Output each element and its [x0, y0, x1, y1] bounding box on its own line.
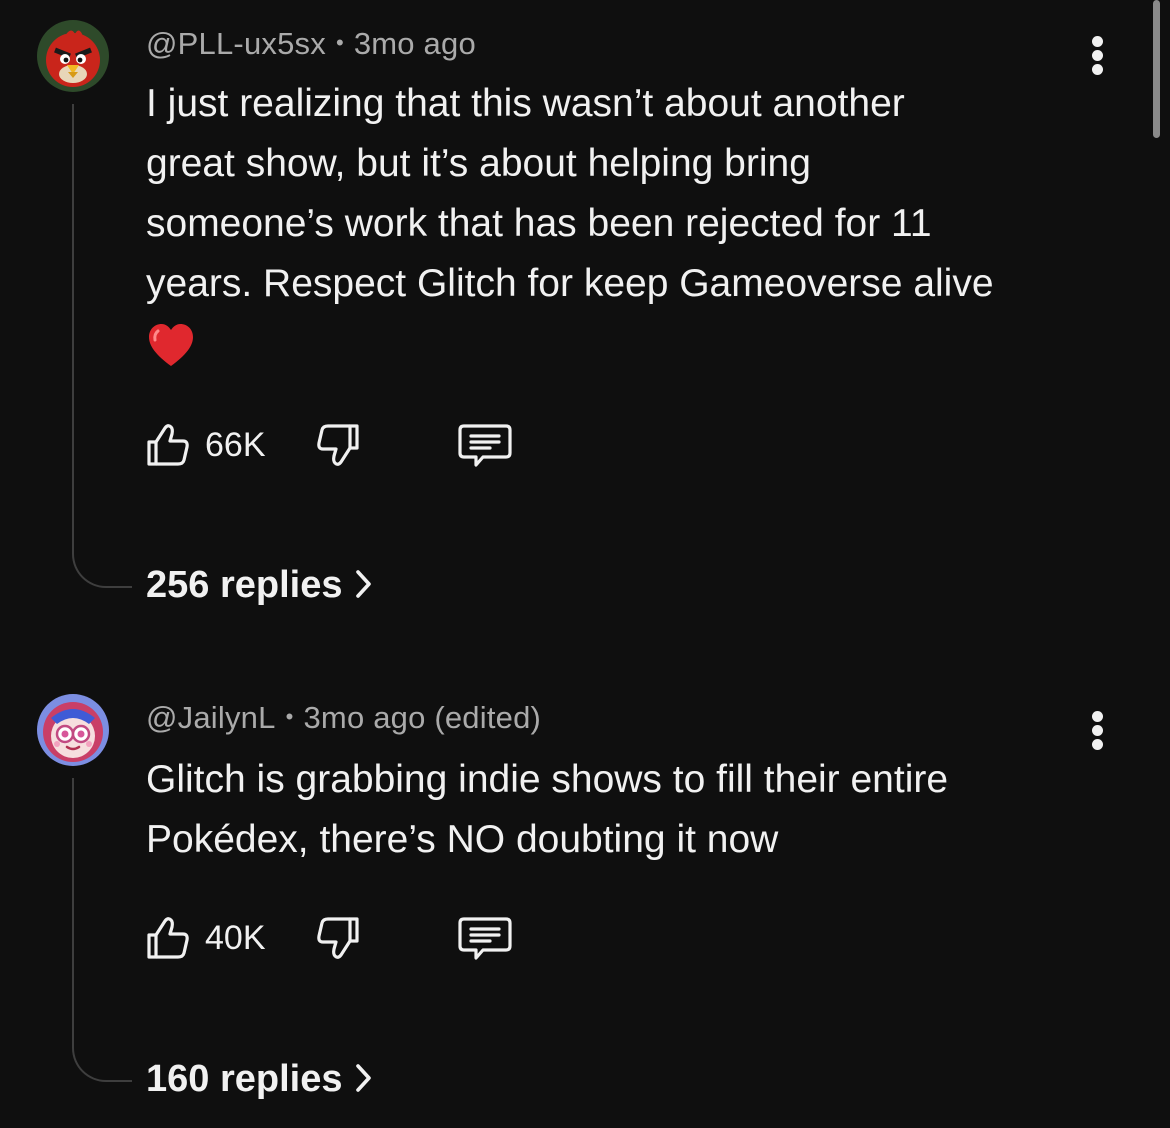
reply-button[interactable]	[456, 913, 514, 963]
comment-actions: 40K	[143, 913, 543, 963]
comment-line: Pokédex, there’s NO doubting it now	[146, 818, 779, 861]
meta-separator: •	[285, 703, 294, 729]
comment-timestamp: 3mo ago (edited)	[303, 700, 542, 735]
thumbs-down-icon	[317, 917, 359, 959]
comment-meta: @JailynL • 3mo ago (edited)	[146, 700, 541, 736]
comment-text: Glitch is grabbing indie shows to fill t…	[146, 750, 1106, 870]
jester-avatar-icon	[37, 694, 109, 766]
chevron-right-icon	[356, 1064, 372, 1092]
more-vertical-icon-dot	[1092, 725, 1103, 736]
dislike-button[interactable]	[313, 913, 363, 963]
more-vertical-icon	[1092, 711, 1103, 722]
thumbs-up-icon	[147, 917, 189, 959]
avatar[interactable]	[37, 694, 109, 766]
comment-icon	[458, 917, 512, 960]
like-button[interactable]: 40K	[143, 913, 283, 963]
comment-line: Glitch is grabbing indie shows to fill t…	[146, 758, 949, 801]
comment-author[interactable]: @JailynL	[146, 700, 276, 735]
scrollbar[interactable]	[1153, 0, 1160, 138]
like-count: 40K	[205, 919, 266, 957]
replies-count: 160 replies	[146, 1058, 343, 1100]
view-replies-button[interactable]: 160 replies	[146, 1058, 374, 1101]
more-vertical-icon-dot	[1092, 739, 1103, 750]
thread-connector-line	[72, 778, 132, 1082]
more-options-button[interactable]	[1086, 711, 1110, 751]
comment-thread: @JailynL • 3mo ago (edited) Glitch is grab…	[0, 0, 1170, 1128]
